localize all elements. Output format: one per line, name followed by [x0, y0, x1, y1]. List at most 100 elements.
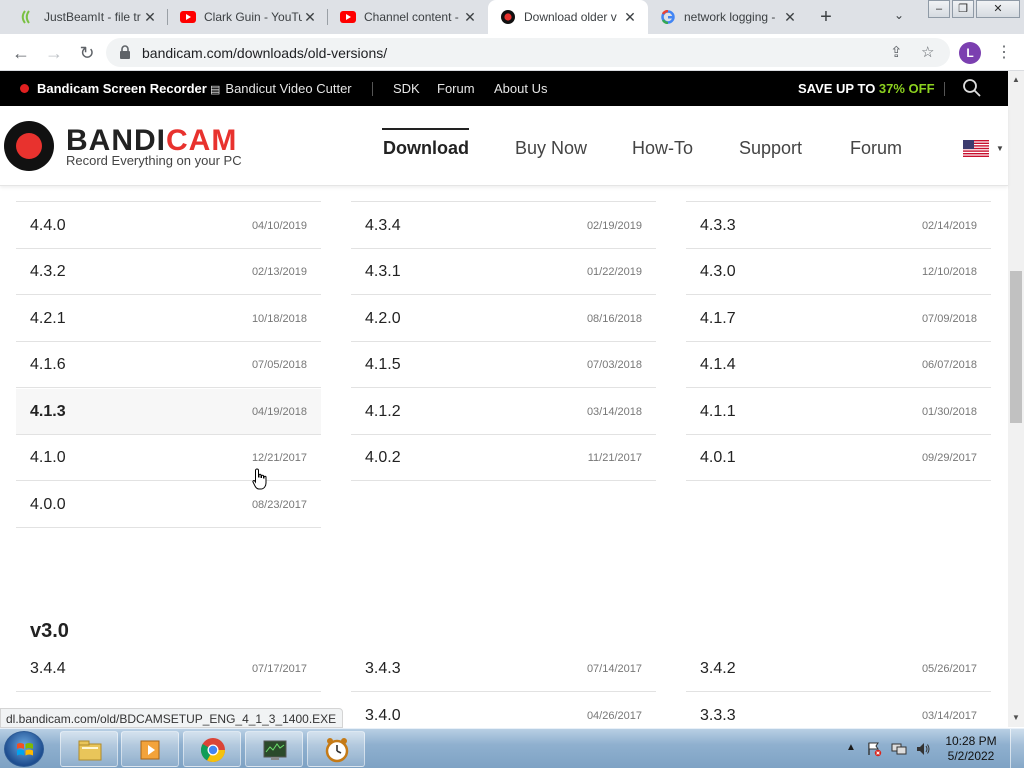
version-row[interactable]: 3.3.3 03/14/2017	[686, 693, 991, 727]
version-number[interactable]: 4.1.1	[700, 403, 736, 421]
bookmark-star-icon[interactable]: ☆	[921, 43, 934, 61]
version-number[interactable]: 4.3.4	[365, 217, 401, 235]
version-number[interactable]: 4.4.0	[30, 217, 66, 235]
version-number[interactable]: 4.4.1	[700, 186, 736, 188]
back-arrow-icon[interactable]: ←	[9, 41, 33, 65]
version-row[interactable]: 4.4.206/20/2019	[351, 186, 656, 202]
version-number[interactable]: 4.0.0	[30, 496, 66, 514]
version-row[interactable]: 4.1.5 07/03/2018	[351, 342, 656, 388]
version-row[interactable]: 3.4.2 05/26/2017	[686, 646, 991, 692]
version-number[interactable]: 4.2.1	[30, 310, 66, 328]
minimize-window-button[interactable]: –	[928, 0, 950, 18]
taskbar-media-player-button[interactable]	[121, 731, 179, 767]
search-icon[interactable]	[962, 78, 982, 98]
action-center-flag-icon[interactable]	[866, 741, 882, 757]
version-row[interactable]: 4.0.1 09/29/2017	[686, 435, 991, 481]
share-icon[interactable]: ⇪	[890, 43, 903, 61]
taskbar-explorer-button[interactable]	[60, 731, 118, 767]
browser-menu-icon[interactable]: ⋮	[996, 42, 1012, 62]
version-row[interactable]: 3.4.4 07/17/2017	[16, 646, 321, 692]
tab-google-network[interactable]: network logging - ✕	[648, 0, 808, 34]
tab-search-chevron-icon[interactable]: ⌄	[894, 8, 904, 22]
promo-banner[interactable]: SAVE UP TO 37% OFF	[798, 81, 935, 96]
show-desktop-button[interactable]	[1010, 729, 1024, 769]
scrollbar-thumb[interactable]	[1010, 271, 1022, 423]
version-row[interactable]: 4.3.4 02/19/2019	[351, 203, 656, 249]
version-row[interactable]: 4.0.2 11/21/2017	[351, 435, 656, 481]
language-dropdown-chevron-icon[interactable]: ▼	[996, 144, 1004, 153]
close-icon[interactable]: ✕	[302, 9, 318, 26]
topbar-bandicam-link[interactable]: Bandicam Screen Recorder	[20, 81, 207, 96]
taskbar-network-monitor-button[interactable]	[245, 731, 303, 767]
version-number[interactable]: 4.1.0	[30, 449, 66, 467]
forward-arrow-icon[interactable]: →	[42, 41, 66, 65]
us-flag-icon[interactable]	[963, 140, 989, 157]
restore-window-button[interactable]: ❐	[952, 0, 974, 18]
version-row[interactable]: 4.1.3 04/19/2018	[16, 388, 321, 435]
bandicam-logo-icon[interactable]	[4, 121, 54, 171]
version-number[interactable]: 4.2.0	[365, 310, 401, 328]
version-number[interactable]: 4.4.2	[365, 186, 401, 188]
topbar-forum-link[interactable]: Forum	[437, 81, 475, 96]
version-row[interactable]: 4.2.1 10/18/2018	[16, 296, 321, 342]
nav-support[interactable]: Support	[739, 138, 802, 159]
close-window-button[interactable]: ✕	[976, 0, 1020, 18]
version-row[interactable]: 3.4.3 07/14/2017	[351, 646, 656, 692]
version-number[interactable]: 3.4.0	[365, 707, 401, 725]
version-row[interactable]: 4.3.0 12/10/2018	[686, 249, 991, 295]
version-number[interactable]: 4.0.2	[365, 449, 401, 467]
version-number[interactable]: 4.1.3	[30, 403, 66, 421]
version-number[interactable]: 4.3.2	[30, 263, 66, 281]
version-row[interactable]: 4.1.1 01/30/2018	[686, 389, 991, 435]
version-number[interactable]: 3.4.3	[365, 660, 401, 678]
system-clock[interactable]: 10:28 PM 5/2/2022	[940, 734, 1002, 764]
version-row[interactable]: 4.1.6 07/05/2018	[16, 342, 321, 388]
taskbar-chrome-button[interactable]	[183, 731, 241, 767]
close-icon[interactable]: ✕	[462, 9, 478, 26]
start-button[interactable]	[4, 731, 44, 767]
version-number[interactable]: 3.3.3	[700, 707, 736, 725]
version-number[interactable]: 3.4.4	[30, 660, 66, 678]
version-row[interactable]: 4.1.0 12/21/2017	[16, 435, 321, 481]
version-row[interactable]: 4.4.105/08/2019	[686, 186, 991, 202]
tab-bandicam-active[interactable]: Download older v ✕	[488, 0, 648, 34]
close-icon[interactable]: ✕	[782, 9, 798, 26]
version-number[interactable]: 4.1.5	[365, 356, 401, 374]
topbar-about-link[interactable]: About Us	[494, 81, 547, 96]
tab-youtube-channel[interactable]: Channel content - ✕	[328, 0, 488, 34]
version-row[interactable]: 4.1.2 03/14/2018	[351, 389, 656, 435]
close-icon[interactable]: ✕	[622, 9, 638, 26]
tab-youtube-clark[interactable]: Clark Guin - YouTu ✕	[168, 0, 328, 34]
version-number[interactable]: 4.1.6	[30, 356, 66, 374]
version-row[interactable]: 4.3.2 02/13/2019	[16, 249, 321, 295]
version-row[interactable]: 3.4.0 04/26/2017	[351, 693, 656, 727]
version-row[interactable]: 4.0.0 08/23/2017	[16, 482, 321, 528]
version-number[interactable]: 4.1.7	[700, 310, 736, 328]
nav-how-to[interactable]: How-To	[632, 138, 693, 159]
version-number[interactable]: 4.4.3	[30, 186, 66, 188]
version-row[interactable]: 4.2.0 08/16/2018	[351, 296, 656, 342]
scroll-up-icon[interactable]: ▲	[1012, 75, 1020, 84]
version-number[interactable]: 4.1.2	[365, 403, 401, 421]
nav-forum[interactable]: Forum	[850, 138, 902, 159]
taskbar-clock-app-button[interactable]	[307, 731, 365, 767]
page-scrollbar[interactable]: ▲ ▼	[1008, 71, 1024, 727]
version-row[interactable]: 4.4.0 04/10/2019	[16, 203, 321, 249]
version-row[interactable]: 4.3.3 02/14/2019	[686, 203, 991, 249]
tray-overflow-chevron-icon[interactable]: ▲	[846, 742, 856, 753]
version-row[interactable]: 4.4.307/23/2019	[16, 186, 321, 202]
new-tab-button[interactable]: +	[814, 6, 838, 28]
version-number[interactable]: 4.3.0	[700, 263, 736, 281]
version-row[interactable]: 4.1.7 07/09/2018	[686, 296, 991, 342]
topbar-bandicut-link[interactable]: ▤ Bandicut Video Cutter	[210, 81, 352, 96]
version-number[interactable]: 4.3.3	[700, 217, 736, 235]
scroll-down-icon[interactable]: ▼	[1012, 713, 1020, 722]
profile-avatar[interactable]: L	[959, 42, 981, 64]
tab-justbeamit[interactable]: JustBeamIt - file tr ✕	[8, 0, 168, 34]
nav-buy-now[interactable]: Buy Now	[515, 138, 587, 159]
version-number[interactable]: 4.0.1	[700, 449, 736, 467]
version-row[interactable]: 4.3.1 01/22/2019	[351, 249, 656, 295]
reload-icon[interactable]: ↻	[75, 41, 99, 65]
topbar-sdk-link[interactable]: SDK	[393, 81, 420, 96]
network-icon[interactable]	[891, 741, 907, 757]
